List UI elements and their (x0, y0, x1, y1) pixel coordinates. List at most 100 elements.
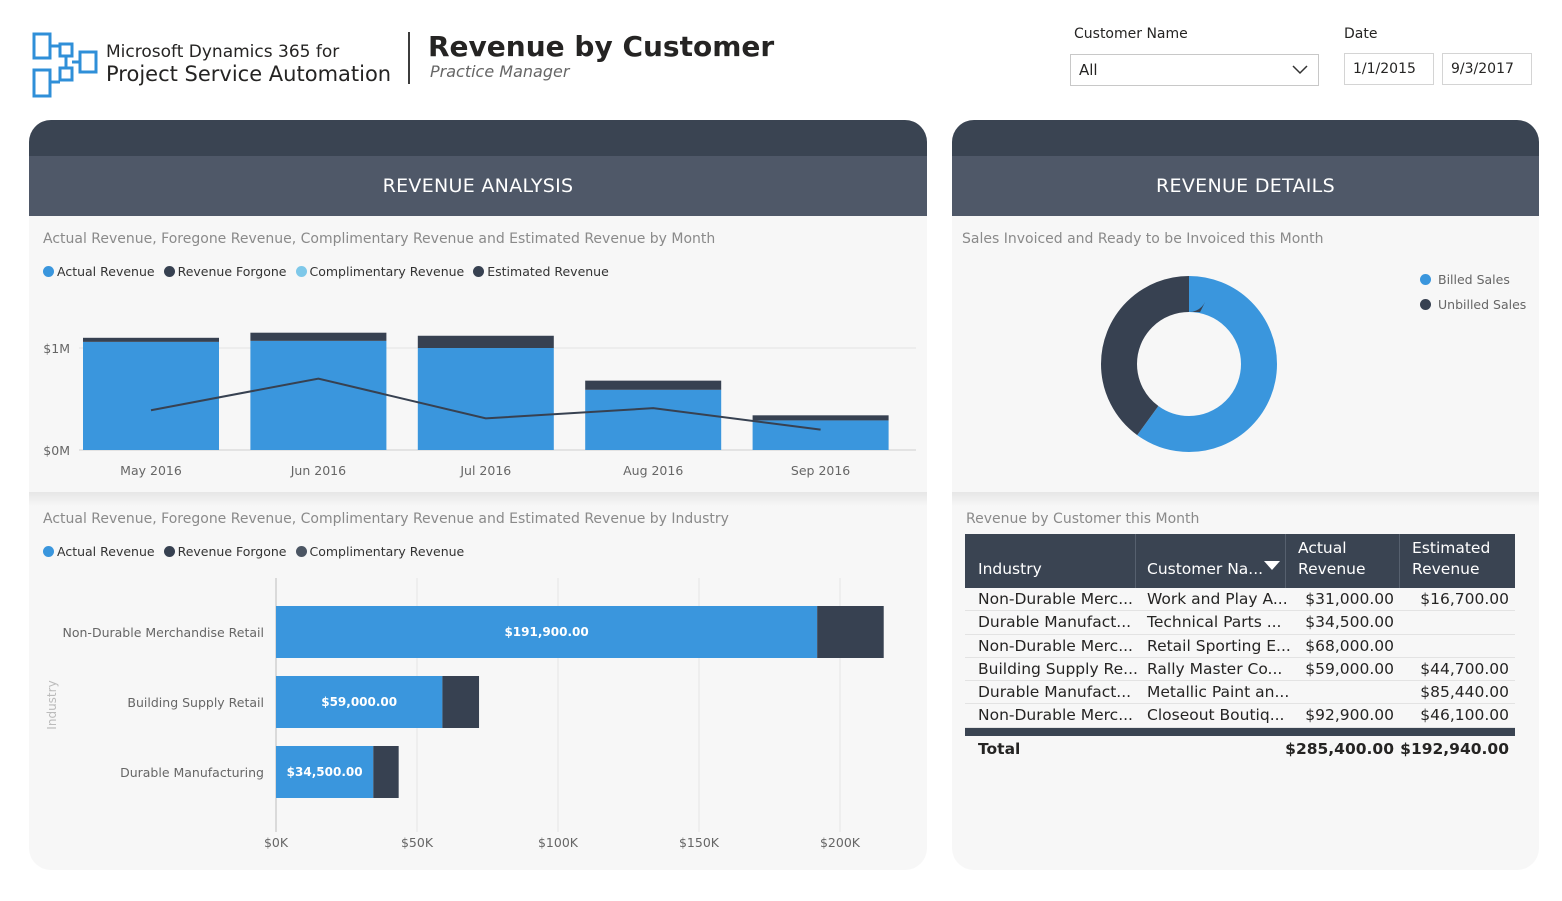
x-tick-label: $100K (538, 835, 579, 850)
x-tick-label: Aug 2016 (623, 463, 683, 478)
chart-month-title: Actual Revenue, Foregone Revenue, Compli… (43, 231, 716, 247)
panel-top-bar (952, 120, 1539, 156)
legend-label: Revenue Forgone (177, 264, 287, 279)
chart-industry-title: Actual Revenue, Foregone Revenue, Compli… (43, 511, 729, 527)
date-start-input[interactable]: 1/1/2015 (1344, 53, 1434, 85)
legend-item-estimated[interactable]: Estimated Revenue (473, 264, 609, 279)
total-label: Total (978, 739, 1021, 758)
legend-label: Complimentary Revenue (309, 544, 465, 559)
legend-label: Estimated Revenue (487, 264, 609, 279)
sales-invoiced-donut-chart (1101, 276, 1277, 452)
legend-item-unbilled[interactable]: Unbilled Sales (1420, 292, 1526, 317)
cell-industry: Building Supply Re... (978, 659, 1138, 678)
x-tick-label: $50K (401, 835, 434, 850)
x-tick-label: May 2016 (120, 463, 182, 478)
x-tick-label: $0K (264, 835, 289, 850)
legend-dot (473, 266, 485, 277)
legend-dot (163, 266, 175, 277)
brand-line1: Microsoft Dynamics 365 for (106, 42, 340, 62)
table-row[interactable]: Non-Durable Merc... Work and Play A... $31… (965, 588, 1515, 612)
table-row[interactable]: Durable Manufact... Technical Parts ... $3… (965, 611, 1515, 635)
legend-item-actual[interactable]: Actual Revenue (43, 544, 155, 559)
sort-desc-icon[interactable] (1264, 561, 1280, 571)
legend-dot (43, 266, 54, 277)
legend-dot (43, 546, 54, 557)
brand-line2: Project Service Automation (106, 62, 392, 86)
table-row[interactable]: Building Supply Re... Rally Master Co... $… (965, 658, 1515, 682)
panel-top-bar (29, 120, 927, 156)
y-tick-label: Non-Durable Merchandise Retail (63, 625, 264, 640)
chevron-down-icon (1292, 65, 1308, 75)
section-divider (29, 492, 927, 506)
axis-title: Industry (45, 680, 59, 729)
col-header-actual[interactable]: Actual Revenue (1298, 538, 1388, 580)
cell-industry: Durable Manufact... (978, 613, 1132, 632)
legend-item-actual[interactable]: Actual Revenue (43, 264, 155, 279)
legend-dot (1420, 299, 1431, 310)
legend-item-forgone[interactable]: Revenue Forgone (163, 264, 287, 279)
y-tick-label: $1M (43, 341, 70, 356)
legend-dot (1420, 274, 1431, 285)
table-row[interactable]: Non-Durable Merc... Closeout Boutiq... $92… (965, 704, 1515, 728)
table-total-bar (965, 727, 1515, 736)
cell-customer: Rally Master Co... (1147, 659, 1283, 678)
table-row[interactable]: Non-Durable Merc... Retail Sporting E... $… (965, 635, 1515, 658)
customer-filter-label: Customer Name (1074, 26, 1188, 42)
customer-dropdown[interactable]: All (1070, 54, 1319, 86)
revenue-analysis-heading: REVENUE ANALYSIS (29, 156, 927, 216)
cell-customer: Metallic Paint an... (1147, 683, 1290, 702)
col-header-customer[interactable]: Customer Na... (1147, 559, 1263, 580)
x-tick-label: Jul 2016 (459, 463, 511, 478)
data-label: $34,500.00 (287, 765, 363, 779)
donut-legend: Billed Sales Unbilled Sales (1420, 267, 1526, 317)
bar-forgone (585, 380, 722, 390)
chart-sales-title: Sales Invoiced and Ready to be Invoiced … (962, 231, 1324, 247)
x-tick-label: Jun 2016 (290, 463, 346, 478)
table-total-row: Total $285,400.00 $192,940.00 (965, 736, 1515, 764)
cell-customer: Technical Parts ... (1147, 613, 1282, 632)
x-tick-label: $150K (679, 835, 720, 850)
bar-forgone (417, 335, 554, 348)
legend-label: Revenue Forgone (177, 544, 287, 559)
brand-text: Microsoft Dynamics 365 for Project Servi… (106, 42, 391, 87)
legend-item-complimentary[interactable]: Complimentary Revenue (295, 544, 465, 559)
col-header-estimated[interactable]: Estimated Revenue (1412, 538, 1502, 580)
date-end-input[interactable]: 9/3/2017 (1442, 53, 1532, 85)
cell-estimated: $44,700.00 (1420, 659, 1509, 678)
revenue-by-month-chart: $1M $0M May 2016 Jun 2016 Jul 2016 Aug 2016 Se… (43, 332, 916, 478)
cell-actual: $31,000.00 (1305, 590, 1394, 608)
table-row[interactable]: Durable Manufact... Metallic Paint an... $… (965, 681, 1515, 705)
legend-item-billed[interactable]: Billed Sales (1420, 267, 1526, 292)
cell-actual: $68,000.00 (1305, 636, 1394, 655)
y-tick-label: Building Supply Retail (127, 695, 264, 710)
legend-dot (295, 266, 307, 277)
cell-industry: Non-Durable Merc... (978, 706, 1133, 725)
column-separator (1399, 534, 1400, 588)
data-label: $191,900.00 (504, 625, 588, 639)
y-tick-label: $0M (43, 443, 70, 458)
legend-label: Actual Revenue (57, 544, 155, 559)
revenue-details-heading: REVENUE DETAILS (952, 156, 1539, 216)
cell-actual: $34,500.00 (1305, 613, 1394, 632)
cell-estimated: $46,100.00 (1420, 706, 1509, 725)
table-header: Industry Customer Na... Actual Revenue E… (965, 534, 1515, 588)
total-estimated: $192,940.00 (1400, 739, 1509, 758)
cell-actual: $92,900.00 (1305, 706, 1394, 725)
cell-customer: Closeout Boutiq... (1147, 706, 1285, 725)
table-title: Revenue by Customer this Month (966, 511, 1200, 527)
table-body: Non-Durable Merc... Work and Play A... $31… (965, 588, 1515, 728)
legend-item-complimentary[interactable]: Complimentary Revenue (295, 264, 465, 279)
bar-actual (83, 341, 219, 450)
cell-industry: Durable Manufact... (978, 683, 1132, 702)
legend-label: Complimentary Revenue (309, 264, 465, 279)
cell-industry: Non-Durable Merc... (978, 636, 1133, 655)
col-header-industry[interactable]: Industry (978, 559, 1042, 580)
date-filter-label: Date (1344, 26, 1378, 42)
cell-estimated: $16,700.00 (1420, 590, 1509, 608)
legend-dot (163, 546, 175, 557)
legend-item-forgone[interactable]: Revenue Forgone (163, 544, 287, 559)
x-tick-label: $200K (820, 835, 861, 850)
legend-dot (295, 546, 307, 557)
bar-forgone (83, 337, 219, 342)
page-title: Revenue by Customer (428, 30, 775, 63)
